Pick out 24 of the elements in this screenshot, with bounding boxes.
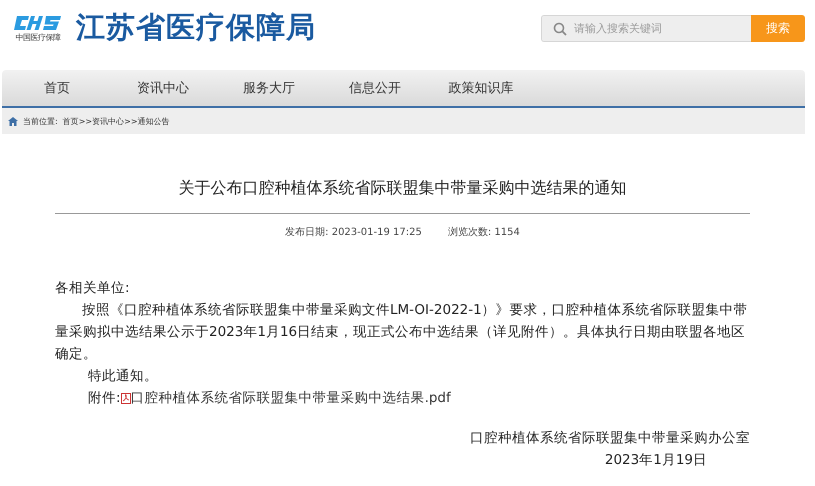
signature-date: 2023年1月19日 bbox=[604, 451, 708, 470]
search-field[interactable]: 请输入搜索关键词 bbox=[541, 14, 751, 42]
breadcrumb-label: 当前位置: bbox=[23, 116, 58, 126]
search-icon bbox=[553, 22, 567, 36]
home-icon bbox=[8, 116, 18, 126]
signature: 口腔种植体系统省际联盟集中带量采购办公室 bbox=[469, 429, 750, 448]
breadcrumb-path: 首页>>资讯中心>>通知公告 bbox=[62, 116, 170, 126]
body-paragraph: 按照《口腔种植体系统省际联盟集中带量采购文件LM-OI-2022-1）》要求，口腔种植体系统省际联盟集中带量采购拟中选结果公示于2023年1月16日结束，现正式公布中选结果（详见附件）。具体执行日期由联盟各地区确定。 bbox=[55, 301, 749, 364]
nav-tab[interactable]: 信息公开 bbox=[322, 70, 428, 106]
closing-text: 特此通知。 bbox=[88, 367, 158, 386]
nav-tab[interactable]: 政策知识库 bbox=[428, 70, 534, 106]
nav-tab[interactable]: 服务大厅 bbox=[216, 70, 322, 106]
attachment-link[interactable]: 口腔种植体系统省际联盟集中带量采购中选结果.pdf bbox=[130, 387, 451, 409]
logo-icon bbox=[13, 14, 63, 32]
nav-tab[interactable]: 首页 bbox=[4, 70, 110, 106]
article-title: 关于公布口腔种植体系统省际联盟集中带量采购中选结果的通知 bbox=[178, 178, 628, 199]
meta-info: 浏览次数: 1154 bbox=[448, 226, 520, 239]
attachment-label: 附件: bbox=[88, 389, 121, 408]
nav-tab[interactable]: 资讯中心 bbox=[110, 70, 216, 106]
logo-caption: 中国医疗保障 bbox=[16, 32, 60, 42]
site-title: 江苏省医疗保障局 bbox=[76, 9, 316, 46]
meta-info: 发布日期: 2023-01-19 17:25 bbox=[285, 226, 422, 239]
pdf-icon bbox=[120, 392, 131, 404]
salutation: 各相关单位: bbox=[55, 279, 131, 298]
